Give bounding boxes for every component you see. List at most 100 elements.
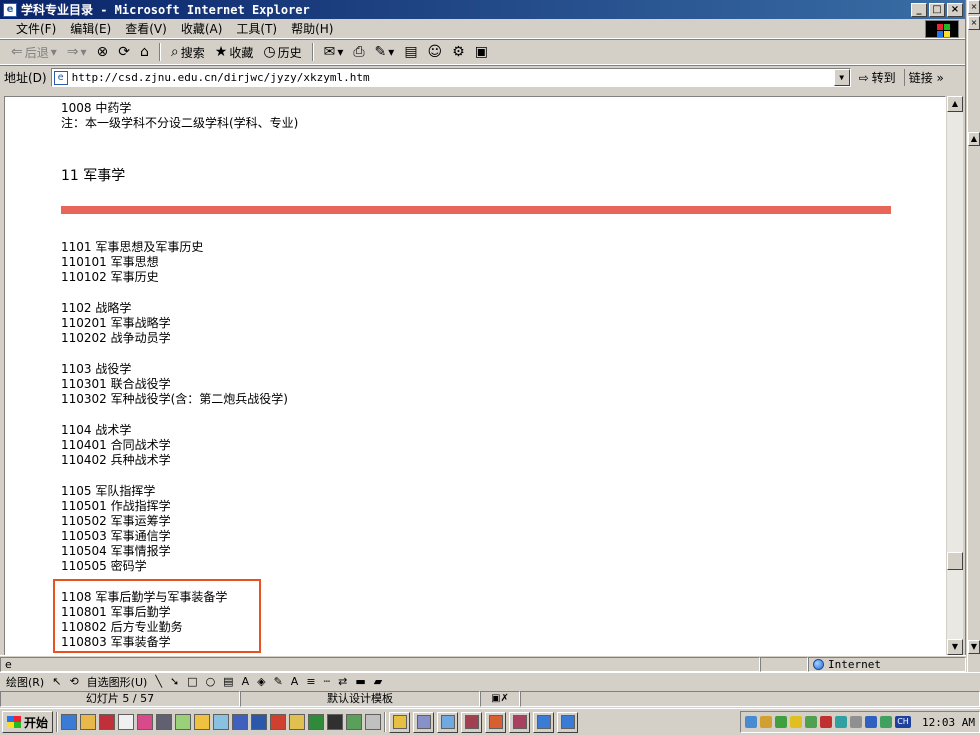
address-dropdown-button[interactable]: ▼ — [833, 69, 850, 86]
console-quicklaunch-icon[interactable] — [327, 714, 344, 730]
go-button[interactable]: ⇨ 转到 — [855, 69, 900, 86]
app-quicklaunch-icon[interactable] — [137, 714, 154, 730]
ppt-close-button[interactable]: × — [968, 0, 980, 14]
stop-button[interactable]: ⊗ — [94, 45, 112, 59]
forward-button[interactable]: ⇒ ▾ — [64, 45, 90, 59]
home-button[interactable]: ⌂ — [137, 45, 152, 59]
wordart-icon[interactable]: A — [242, 675, 250, 688]
ppt-status-bar: 幻灯片 5 / 57 默认设计模板 ▣✗ — [0, 690, 980, 708]
task-button[interactable] — [437, 711, 459, 733]
draw-menu[interactable]: 绘图(R) — [6, 674, 44, 690]
extra-tool-button[interactable]: ⚙ — [449, 45, 468, 59]
word-quicklaunch-icon[interactable] — [251, 714, 268, 730]
title-bar: e 学科专业目录 - Microsoft Internet Explorer _… — [0, 0, 965, 19]
menu-tools[interactable]: 工具(T) — [236, 20, 277, 37]
ppt-scroll-up-button[interactable]: ▲ — [968, 132, 980, 146]
address-input[interactable]: e http://csd.zjnu.edu.cn/dirjwc/jyzy/xkz… — [50, 68, 851, 87]
line-icon[interactable]: ╲ — [155, 675, 162, 688]
tray-device-icon[interactable] — [850, 716, 863, 728]
folder-quicklaunch-icon[interactable] — [289, 714, 306, 730]
maximize-button[interactable]: □ — [929, 2, 945, 17]
arrow-style-icon[interactable]: ⇄ — [338, 675, 347, 688]
task-button[interactable] — [413, 711, 435, 733]
history-button[interactable]: ◷ 历史 — [260, 44, 304, 61]
rectangle-icon[interactable]: □ — [187, 675, 197, 688]
app2-quicklaunch-icon[interactable] — [346, 714, 363, 730]
refresh-button[interactable]: ⟳ — [115, 45, 133, 59]
select-arrow-icon[interactable]: ↖ — [52, 675, 61, 688]
autoshapes-menu[interactable]: 自选图形(U) — [87, 674, 148, 690]
desktop-show-icon[interactable] — [232, 714, 249, 730]
back-arrow-icon: ⇐ — [11, 44, 23, 60]
tray-security-icon[interactable] — [820, 716, 833, 728]
ppt-scroll-down-button[interactable]: ▼ — [968, 640, 980, 654]
ppt-quicklaunch-icon[interactable] — [99, 714, 116, 730]
ppt-doc-close-button[interactable]: × — [968, 16, 980, 30]
shadow-icon[interactable]: ▬ — [355, 675, 365, 688]
tray-update-icon[interactable] — [835, 716, 848, 728]
scroll-down-button[interactable]: ▼ — [947, 639, 963, 655]
outlook-quicklaunch-icon[interactable] — [80, 714, 97, 730]
menu-favorites[interactable]: 收藏(A) — [181, 20, 223, 37]
task-button[interactable] — [557, 711, 579, 733]
discuss-button[interactable]: ▤ — [401, 45, 420, 59]
edit-icon: ✎ — [374, 44, 387, 60]
menu-view[interactable]: 查看(V) — [125, 20, 167, 37]
task-button[interactable] — [509, 711, 531, 733]
arrow-icon[interactable]: ➘ — [170, 675, 179, 688]
ie-window-icon — [560, 715, 575, 729]
tool-quicklaunch-icon[interactable] — [194, 714, 211, 730]
menu-edit[interactable]: 编辑(E) — [70, 20, 111, 37]
search-button[interactable]: ⌕ 搜索 — [168, 44, 208, 61]
app3-quicklaunch-icon[interactable] — [365, 714, 382, 730]
oval-icon[interactable]: ○ — [206, 675, 216, 688]
tray-app-icon[interactable] — [775, 716, 788, 728]
chevron-down-icon: ▾ — [337, 45, 344, 59]
input-language-indicator[interactable]: CH — [895, 716, 912, 728]
tray-misc2-icon[interactable] — [880, 716, 893, 728]
close-button[interactable]: × — [947, 2, 963, 17]
line-color-icon[interactable]: ✎ — [274, 675, 283, 688]
print-button[interactable]: ⎙ — [350, 45, 367, 59]
task-button[interactable] — [389, 711, 411, 733]
mail-button[interactable]: ✉ ▾ — [321, 45, 347, 59]
ie-quicklaunch-icon[interactable] — [61, 714, 78, 730]
menu-file[interactable]: 文件(F) — [16, 20, 56, 37]
start-button[interactable]: 开始 — [2, 711, 54, 733]
ppt2-quicklaunch-icon[interactable] — [270, 714, 287, 730]
vertical-scrollbar[interactable]: ▲ ▼ — [946, 96, 963, 656]
audio-quicklaunch-icon[interactable] — [213, 714, 230, 730]
3d-icon[interactable]: ▰ — [374, 675, 382, 688]
media-quicklaunch-icon[interactable] — [156, 714, 173, 730]
browser-quicklaunch-icon[interactable] — [175, 714, 192, 730]
tray-arrow-icon[interactable] — [805, 716, 818, 728]
address-label: 地址(D) — [4, 71, 47, 85]
tray-misc-icon[interactable] — [865, 716, 878, 728]
tray-tool-icon[interactable] — [760, 716, 773, 728]
screen-button[interactable]: ▣ — [472, 45, 491, 59]
back-button[interactable]: ⇐ 后退 ▾ — [8, 44, 60, 61]
discipline-line: 1105 军队指挥学 — [61, 484, 156, 498]
tray-network-icon[interactable] — [745, 716, 758, 728]
task-button[interactable] — [533, 711, 555, 733]
fill-color-icon[interactable]: ◈ — [257, 675, 265, 688]
textbox-icon[interactable]: ▤ — [223, 675, 233, 688]
line-style-icon[interactable]: ≡ — [306, 675, 315, 688]
messenger-button[interactable]: ☺ — [425, 45, 446, 59]
font-color-icon[interactable]: A — [291, 675, 299, 688]
menu-help[interactable]: 帮助(H) — [291, 20, 333, 37]
task-button[interactable] — [485, 711, 507, 733]
task-button[interactable] — [461, 711, 483, 733]
scroll-up-button[interactable]: ▲ — [947, 96, 963, 112]
favorites-button[interactable]: ★ 收藏 — [212, 44, 257, 61]
edit-button[interactable]: ✎ ▾ — [372, 45, 398, 59]
dash-style-icon[interactable]: ┄ — [324, 675, 331, 688]
minimize-button[interactable]: _ — [911, 2, 927, 17]
standard-toolbar: ⇐ 后退 ▾ ⇒ ▾ ⊗ ⟳ ⌂ ⌕ 搜索 ★ 收藏 ◷ 历史 ✉ ▾ ⎙ ✎ ▾ ▤ ☺ ⚙ … — [0, 39, 965, 65]
excel-quicklaunch-icon[interactable] — [308, 714, 325, 730]
scroll-thumb[interactable] — [947, 552, 963, 570]
desktop-quicklaunch-icon[interactable] — [118, 714, 135, 730]
rotate-icon[interactable]: ⟲ — [69, 675, 78, 688]
tray-sound-icon[interactable] — [790, 716, 803, 728]
links-button[interactable]: 链接 » — [903, 69, 944, 86]
